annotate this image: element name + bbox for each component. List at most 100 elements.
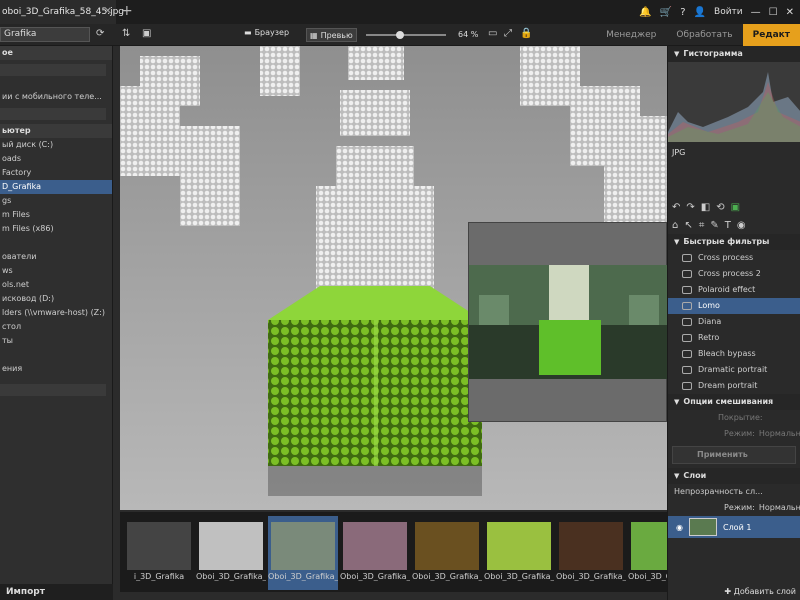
maximize-icon[interactable]: ☐ <box>769 7 778 18</box>
filmstrip-thumbnail[interactable] <box>343 522 407 570</box>
filter-preview-popup <box>468 222 667 422</box>
folder-item[interactable]: ols.net <box>0 278 112 292</box>
filter-icon <box>682 366 692 374</box>
section-header[interactable]: ое <box>0 46 112 60</box>
preview-view-button[interactable]: ▦ Превью <box>306 28 357 42</box>
blend-options-header[interactable]: ▼ Опции смешивания <box>668 394 800 410</box>
text-icon[interactable]: T <box>725 220 731 231</box>
add-layer-button[interactable]: ✚ Добавить слой <box>724 587 796 596</box>
filter-label: Dramatic portrait <box>698 365 768 374</box>
layers-header[interactable]: ▼ Слои <box>668 468 800 484</box>
add-folder-icon[interactable]: ▣ <box>142 28 151 39</box>
zoom-slider-knob[interactable] <box>396 31 405 39</box>
help-icon[interactable]: ? <box>680 7 685 18</box>
compare-icon[interactable]: ◧ <box>701 202 710 213</box>
layer-mode-label: Режим: <box>724 503 755 512</box>
thumbnail-label: Oboi_3D_Grafika_ <box>196 572 266 581</box>
layer-row[interactable]: ◉ Слой 1 <box>668 516 800 538</box>
thumbnail-label: Oboi_3D_Grafika_ <box>556 572 626 581</box>
folder-item[interactable]: m Files <box>0 208 112 222</box>
collapse-triangle-icon: ▼ <box>674 50 680 58</box>
crop-icon[interactable]: ⌗ <box>699 220 705 231</box>
blend-mode-select[interactable]: Нормальн <box>759 426 800 442</box>
filter-item[interactable]: Dream portrait <box>668 378 800 394</box>
sort-icon[interactable]: ⇅ <box>122 28 130 39</box>
refresh-icon[interactable]: ⟳ <box>96 28 104 39</box>
folder-item[interactable]: ый диск (C:) <box>0 138 112 152</box>
mode-develop[interactable]: Обработать <box>666 24 742 46</box>
section-toolbar <box>0 64 106 76</box>
folder-item[interactable]: Factory <box>0 166 112 180</box>
new-tab-icon[interactable]: + <box>121 3 133 19</box>
fit-icon[interactable]: ⤢ <box>504 28 512 39</box>
folder-item[interactable]: исковод (D:) <box>0 292 112 306</box>
filmstrip-thumbnail[interactable] <box>559 522 623 570</box>
folder-item[interactable] <box>0 236 112 250</box>
folder-item[interactable]: ws <box>0 264 112 278</box>
green-cube <box>268 286 482 466</box>
folder-item[interactable]: стол <box>0 320 112 334</box>
close-tab-icon[interactable]: ✕ <box>104 6 112 17</box>
bell-icon[interactable]: 🔔 <box>639 7 651 18</box>
window-close-icon[interactable]: ✕ <box>786 7 794 18</box>
path-input[interactable]: Grafika <box>0 27 90 42</box>
filter-item[interactable]: Dramatic portrait <box>668 362 800 378</box>
brush-icon[interactable]: ✎ <box>710 220 718 231</box>
edit-tools-row: ↶ ↷ ◧ ⟲ ▣ <box>668 198 800 216</box>
eye-icon[interactable]: ◉ <box>737 220 746 231</box>
folder-item[interactable]: oads <box>0 152 112 166</box>
actual-size-icon[interactable]: ▭ <box>488 28 497 39</box>
user-icon[interactable]: 👤 <box>694 7 706 18</box>
image-canvas[interactable] <box>120 46 667 510</box>
blend-options-title: Опции смешивания <box>683 397 774 406</box>
save-icon[interactable]: ▣ <box>731 202 740 213</box>
filters-list: Cross process Cross process 2 Polaroid eff… <box>668 250 800 394</box>
filter-icon <box>682 334 692 342</box>
computer-header[interactable]: ьютер <box>0 124 112 138</box>
filmstrip-thumbnail[interactable] <box>271 522 335 570</box>
undo-icon[interactable]: ↶ <box>672 202 680 213</box>
folder-item[interactable]: ователи <box>0 250 112 264</box>
filter-item[interactable]: Cross process <box>668 250 800 266</box>
filter-item[interactable]: Bleach bypass <box>668 346 800 362</box>
rotate-icon[interactable]: ⟲ <box>716 202 724 213</box>
pointer-icon[interactable]: ↖ <box>684 220 692 231</box>
redo-icon[interactable]: ↷ <box>686 202 694 213</box>
filmstrip-thumbnail[interactable] <box>199 522 263 570</box>
mode-manager[interactable]: Менеджер <box>596 24 666 46</box>
filmstrip-thumbnail[interactable] <box>487 522 551 570</box>
folder-item[interactable]: ения <box>0 362 112 376</box>
quick-filters-header[interactable]: ▼ Быстрые фильтры <box>668 234 800 250</box>
filter-icon <box>682 302 692 310</box>
lock-icon[interactable]: 🔒 <box>520 28 532 39</box>
filter-item[interactable]: Diana <box>668 314 800 330</box>
filter-label: Cross process <box>698 253 754 262</box>
zoom-slider[interactable] <box>366 31 446 39</box>
folder-item[interactable]: D_Grafika <box>0 180 112 194</box>
minimize-icon[interactable]: — <box>751 7 761 18</box>
eye-icon[interactable]: ◉ <box>676 523 683 532</box>
folder-item[interactable]: m Files (x86) <box>0 222 112 236</box>
document-tab[interactable]: oboi_3D_Grafika_58_45.jpg ✕ <box>0 0 124 24</box>
cart-icon[interactable]: 🛒 <box>660 7 672 18</box>
folder-item[interactable]: gs <box>0 194 112 208</box>
tree-footer <box>0 384 106 396</box>
histogram-header[interactable]: ▼ Гистограмма <box>668 46 800 62</box>
folder-item[interactable]: ты <box>0 334 112 348</box>
mode-edit[interactable]: Редакт <box>742 24 800 46</box>
filter-item[interactable]: Polaroid effect <box>668 282 800 298</box>
layer-mode-select[interactable]: Нормальн <box>759 500 800 516</box>
filmstrip-thumbnail[interactable] <box>127 522 191 570</box>
apply-button[interactable]: Применить <box>672 446 796 464</box>
folder-item[interactable]: lders (\\vmware-host) (Z:) <box>0 306 112 320</box>
mobile-import-item[interactable]: ии с мобильного теле... <box>0 90 112 104</box>
home-icon[interactable]: ⌂ <box>672 220 678 231</box>
filter-item[interactable]: Lomo <box>668 298 800 314</box>
folder-item[interactable] <box>0 348 112 362</box>
import-button[interactable]: Импорт <box>0 584 113 600</box>
browser-view-button[interactable]: ▬ Браузер <box>244 28 289 37</box>
filter-item[interactable]: Retro <box>668 330 800 346</box>
filmstrip-thumbnail[interactable] <box>415 522 479 570</box>
login-button[interactable]: Войти <box>714 7 743 17</box>
filter-item[interactable]: Cross process 2 <box>668 266 800 282</box>
